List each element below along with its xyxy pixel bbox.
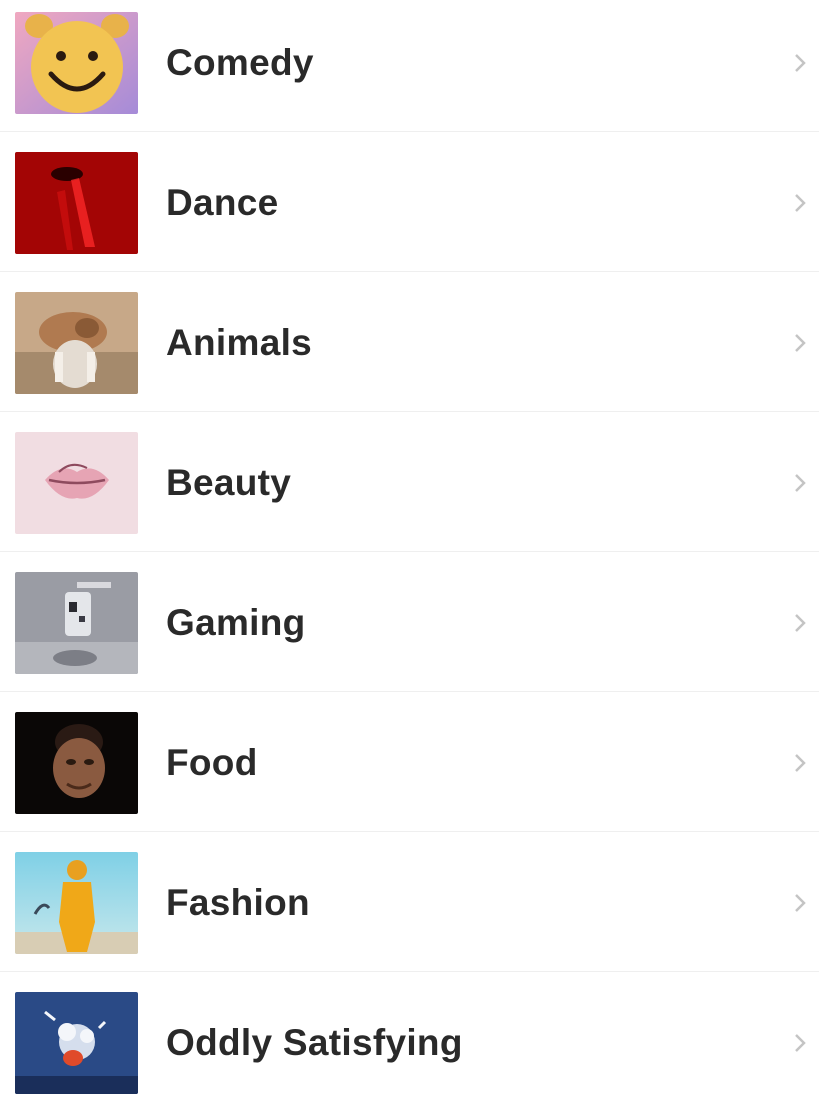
chevron-right-icon (790, 751, 810, 775)
chevron-right-icon (790, 611, 810, 635)
category-label: Animals (166, 322, 313, 363)
food-thumbnail (15, 712, 138, 814)
oddly-satisfying-thumbnail (15, 992, 138, 1094)
category-label: Gaming (166, 602, 306, 643)
chevron-right-icon (790, 51, 810, 75)
category-row-comedy[interactable]: Comedy (0, 0, 819, 132)
chevron-right-icon (790, 891, 810, 915)
category-row-food[interactable]: Food (0, 692, 819, 832)
category-row-dance[interactable]: Dance (0, 132, 819, 272)
category-row-fashion[interactable]: Fashion (0, 832, 819, 972)
category-row-animals[interactable]: Animals (0, 272, 819, 412)
category-list: Comedy Dance Animals Beauty Gaming Food … (0, 0, 819, 1094)
category-label: Oddly Satisfying (166, 1022, 463, 1063)
animals-thumbnail (15, 292, 138, 394)
fashion-thumbnail (15, 852, 138, 954)
chevron-right-icon (790, 191, 810, 215)
category-label: Dance (166, 182, 279, 223)
chevron-right-icon (790, 331, 810, 355)
dance-thumbnail (15, 152, 138, 254)
chevron-right-icon (790, 471, 810, 495)
category-label: Beauty (166, 462, 292, 503)
category-row-oddly-satisfying[interactable]: Oddly Satisfying (0, 972, 819, 1112)
gaming-thumbnail (15, 572, 138, 674)
comedy-thumbnail (15, 12, 138, 114)
category-label: Food (166, 742, 258, 783)
category-row-gaming[interactable]: Gaming (0, 552, 819, 692)
category-label: Fashion (166, 882, 310, 923)
category-row-beauty[interactable]: Beauty (0, 412, 819, 552)
beauty-thumbnail (15, 432, 138, 534)
chevron-right-icon (790, 1031, 810, 1055)
category-label: Comedy (166, 42, 314, 83)
